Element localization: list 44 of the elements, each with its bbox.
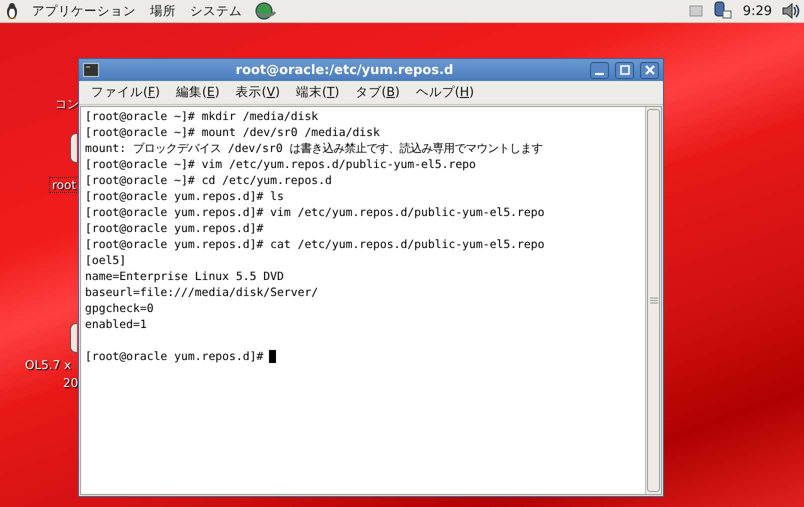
desktop-icon-label[interactable]: OL5.7 x: [22, 357, 74, 373]
maximize-button[interactable]: [615, 62, 634, 78]
menu-item[interactable]: 表示(V): [230, 84, 286, 101]
menu-item[interactable]: 編集(E): [170, 84, 226, 101]
terminal-line: [root@oracle ~]# cd /etc/yum.repos.d: [85, 172, 332, 188]
terminal-line: [root@oracle ~]# mount /dev/sr0 /media/disk: [85, 124, 380, 140]
menu-item[interactable]: ファイル(F): [85, 84, 166, 101]
volume-icon[interactable]: [782, 3, 800, 19]
terminal-line: [oel5]: [85, 252, 126, 268]
terminal-line: [root@oracle yum.repos.d]# cat /etc/yum.repos.d/public-yum-el5.repo: [85, 236, 544, 252]
terminal-line: [root@oracle ~]# mkdir /media/disk: [85, 108, 318, 124]
terminal-line: [root@oracle yum.repos.d]#: [85, 220, 264, 236]
terminal-prompt: [root@oracle yum.repos.d]#: [85, 348, 264, 364]
minimize-icon: [595, 73, 604, 75]
globe-icon[interactable]: [254, 1, 276, 21]
scrollbar[interactable]: [645, 107, 661, 494]
menu-item[interactable]: 端末(T): [290, 84, 346, 101]
maximize-icon: [620, 65, 630, 75]
close-icon: [644, 65, 654, 75]
minimize-button[interactable]: [590, 62, 609, 78]
terminal-line: name=Enterprise Linux 5.5 DVD: [85, 268, 284, 284]
terminal-line: [root@oracle ~]# vim /etc/yum.repos.d/public-yum-el5.repo: [85, 156, 476, 172]
menu-item[interactable]: ヘルプ(H): [410, 84, 480, 101]
terminal-line: baseurl=file:///media/disk/Server/: [85, 284, 318, 300]
desktop-icon-label[interactable]: 20: [60, 375, 82, 391]
desktop-item-icon[interactable]: [70, 323, 77, 353]
desktop-icon-label[interactable]: コン: [52, 95, 82, 114]
terminal-line: [root@oracle yum.repos.d]# ls: [85, 188, 284, 204]
text-cursor: [269, 350, 276, 362]
close-button[interactable]: [640, 62, 659, 78]
terminal-line: gpgcheck=0: [85, 300, 154, 316]
menu-item[interactable]: タブ(B): [349, 84, 406, 101]
terminal-line: mount: ブロックデバイス /dev/sr0 は書き込み禁止です、読込み専用でマウントします: [85, 140, 543, 156]
terminal-line: enabled=1: [85, 316, 147, 332]
window-title: root@oracle:/etc/yum.repos.d: [234, 62, 454, 78]
grip-icon: [650, 297, 658, 304]
panel-menu[interactable]: 場所: [148, 2, 178, 20]
terminal-line: [root@oracle yum.repos.d]# vim /etc/yum.repos.d/public-yum-el5.repo: [85, 204, 544, 220]
desktop-item-icon[interactable]: [70, 133, 77, 163]
panel-menu[interactable]: アプリケーション: [30, 2, 138, 20]
terminal-icon: [83, 63, 99, 77]
penguin-icon[interactable]: [4, 2, 20, 20]
panel-menu[interactable]: システム: [188, 2, 244, 20]
clock[interactable]: 9:29: [742, 4, 772, 18]
